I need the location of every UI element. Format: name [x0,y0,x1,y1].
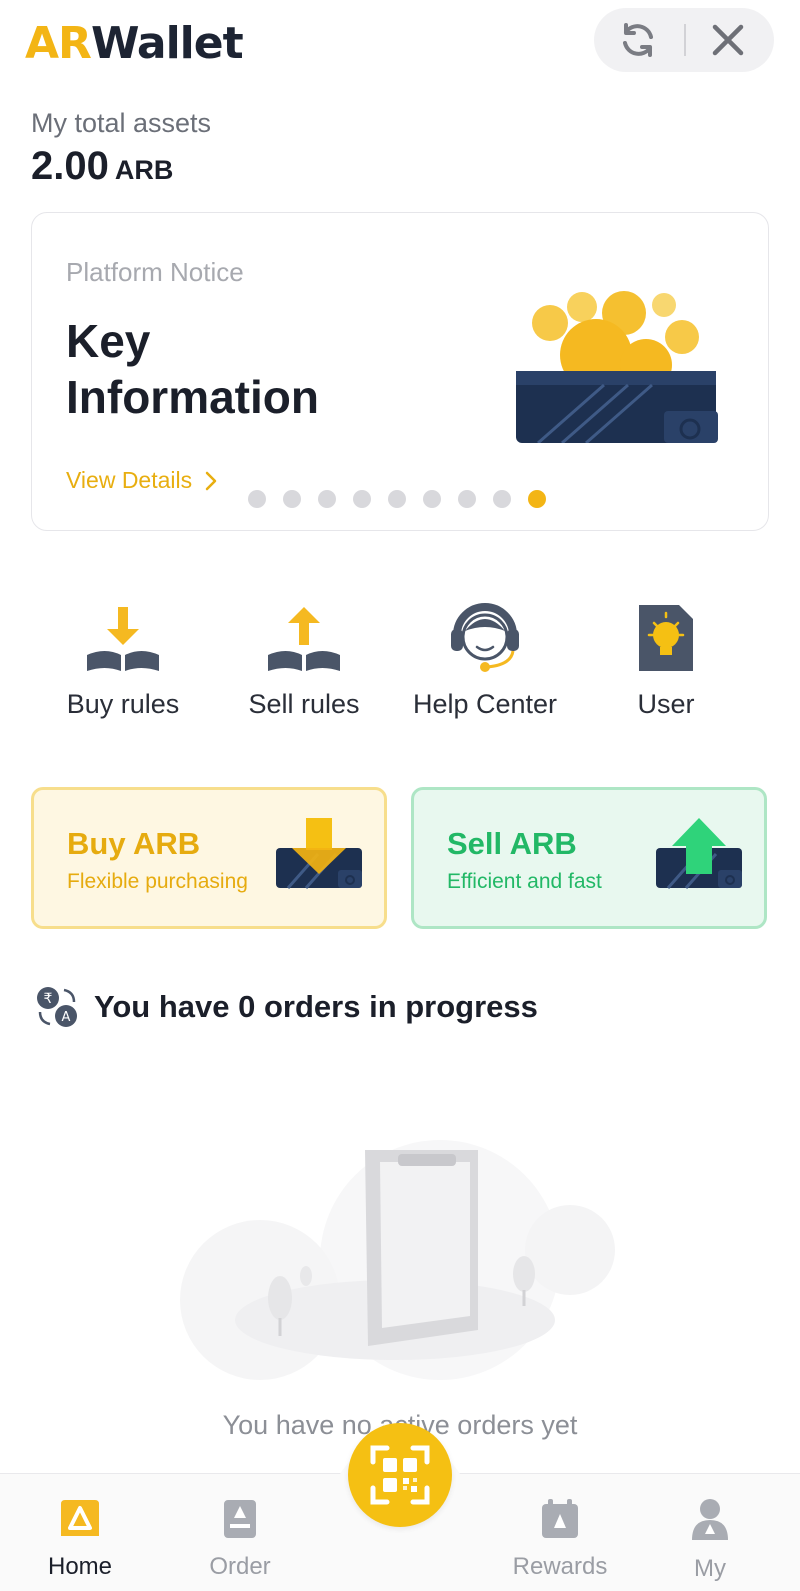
assets-value: 2.00 ARB [31,144,173,189]
close-button[interactable] [706,20,750,60]
logo-ar: AR [25,18,92,69]
wallet-arrow-up-icon [656,818,742,889]
carousel-dot[interactable] [353,490,371,508]
buy-title: Buy ARB [67,826,201,861]
assets-amount: 2.00 [31,144,109,188]
nav-label: My [694,1555,726,1582]
nav-home[interactable]: Home [20,1498,140,1581]
calendar-icon [542,1499,578,1538]
scan-button[interactable] [348,1423,452,1527]
refresh-button[interactable] [616,20,660,60]
app-logo: ARWallet [25,18,244,69]
empty-orders-illustration [180,1140,615,1380]
logo-wallet: Wallet [90,18,244,69]
quick-label: Sell rules [248,689,360,719]
notice-label: Platform Notice [66,257,244,287]
carousel-dots[interactable] [248,490,546,508]
view-details-label: View Details [66,467,193,493]
carousel-dot[interactable] [318,490,336,508]
sell-arb-card[interactable]: Sell ARB Efficient and fast [411,787,767,929]
book-download-icon [87,607,159,671]
wallet-arrow-down-icon [276,818,362,889]
window-controls [594,8,774,72]
scan-qr-icon [370,1445,430,1505]
profile-icon [692,1499,728,1540]
view-details-link[interactable]: View Details [66,467,218,494]
quick-buy-rules[interactable]: Buy rules [28,585,218,720]
carousel-dot[interactable] [493,490,511,508]
quick-label: Help Center [412,689,558,719]
assets-unit: ARB [114,155,174,185]
sell-title: Sell ARB [447,826,577,861]
quick-help-center[interactable]: Help Center [390,585,580,720]
nav-my[interactable]: My [650,1498,770,1583]
svg-text:₹: ₹ [44,991,53,1007]
nav-label: Rewards [512,1553,608,1580]
assets-label: My total assets [31,108,212,138]
controls-divider [684,24,686,56]
chevron-right-icon [205,471,217,490]
nav-label: Home [47,1553,113,1580]
quick-user[interactable]: User [571,585,761,720]
quick-label: Buy rules [66,689,180,719]
currency-exchange-icon: ₹ A [37,987,77,1027]
close-icon [712,24,744,56]
notice-title: Key Information [66,315,319,423]
notice-card[interactable]: Platform Notice Key Information View Det… [31,212,769,531]
orders-status-text: You have 0 orders in progress [94,989,538,1024]
nav-order[interactable]: Order [180,1498,300,1581]
buy-subtitle: Flexible purchasing [67,870,248,893]
orders-status: ₹ A You have 0 orders in progress [34,984,538,1030]
order-icon [224,1500,256,1538]
buy-arb-card[interactable]: Buy ARB Flexible purchasing [31,787,387,929]
svg-text:A: A [62,1010,71,1025]
lightbulb-card-icon [639,605,693,671]
carousel-dot[interactable] [423,490,441,508]
carousel-dot[interactable] [458,490,476,508]
sell-subtitle: Efficient and fast [447,870,602,893]
nav-label: Order [209,1553,271,1580]
quick-label: User [637,689,695,719]
carousel-dot[interactable] [388,490,406,508]
headset-icon [451,603,519,672]
book-upload-icon [268,607,340,671]
quick-sell-rules[interactable]: Sell rules [209,585,399,720]
carousel-dot[interactable] [283,490,301,508]
carousel-dot[interactable] [528,490,546,508]
nav-rewards[interactable]: Rewards [500,1498,620,1581]
wallet-coins-illustration [516,291,718,443]
carousel-dot[interactable] [248,490,266,508]
home-icon [61,1500,99,1536]
refresh-icon [623,23,653,57]
